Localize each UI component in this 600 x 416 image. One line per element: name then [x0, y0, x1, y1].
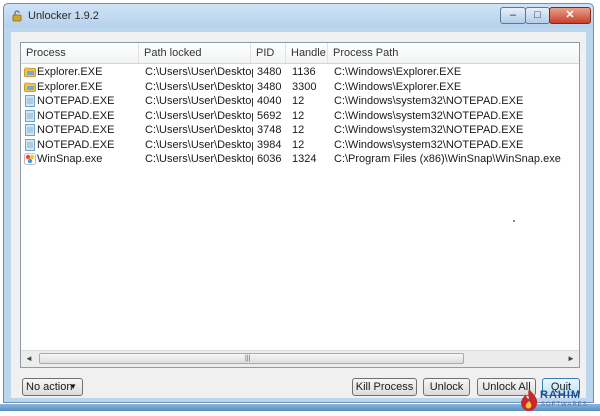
cell-path-locked: C:\Users\User\Desktop — [145, 66, 253, 78]
column-header-pid[interactable]: PID — [251, 43, 286, 63]
close-button[interactable]: ✕ — [549, 7, 591, 24]
scroll-thumb[interactable]: ||| — [39, 353, 464, 364]
winsnap-icon — [24, 153, 36, 165]
cell-handle: 12 — [292, 124, 305, 136]
unlocker-window: Unlocker 1.9.2 – □ ✕ Process Path locked… — [3, 3, 594, 403]
cell-path-locked: C:\Users\User\Desktop — [145, 124, 253, 136]
cell-process-path: C:\Windows\Explorer.EXE — [334, 66, 462, 78]
flame-logo-icon — [521, 389, 538, 411]
table-row[interactable]: NOTEPAD.EXE C:\Users\User\Desktop 3748 12 C:… — [21, 123, 579, 137]
cell-path-locked: C:\Users\User\Desktop — [145, 95, 253, 107]
horizontal-scrollbar[interactable]: ◄ ||| ► — [21, 350, 579, 367]
cell-pid: 3480 — [257, 66, 282, 78]
watermark-logo: RAHIM SOFTWARES — [518, 386, 598, 414]
table-row[interactable]: WinSnap.exe C:\Users\User\Desktop 6036 1324… — [21, 152, 579, 166]
cell-pid: 3984 — [257, 138, 282, 151]
table-row[interactable]: NOTEPAD.EXE C:\Users\User\Desktop 3984 12 C:… — [21, 138, 579, 152]
cell-path-locked: C:\Users\User\Desktop — [145, 109, 253, 122]
column-header-process-path[interactable]: Process Path — [328, 43, 581, 63]
column-header-process[interactable]: Process — [21, 43, 139, 63]
table-row[interactable]: Explorer.EXE C:\Users\User\Desktop 3480 113… — [21, 65, 579, 79]
table-row[interactable]: NOTEPAD.EXE C:\Users\User\Desktop 4040 12 C:… — [21, 94, 579, 108]
cell-handle: 3300 — [292, 80, 317, 93]
notepad-icon — [24, 124, 36, 136]
explorer-icon — [24, 81, 36, 93]
notepad-icon — [24, 109, 36, 122]
unlocker-app-icon — [12, 10, 22, 22]
window-title: Unlocker 1.9.2 — [28, 10, 99, 22]
cell-process-path: C:\Windows\Explorer.EXE — [334, 80, 462, 93]
action-select[interactable]: No action ▼ — [22, 378, 83, 396]
scroll-left-arrow[interactable]: ◄ — [21, 351, 37, 367]
maximize-button[interactable]: □ — [525, 7, 550, 24]
cell-handle: 12 — [292, 95, 305, 107]
cell-handle: 1324 — [292, 153, 317, 165]
cell-process-path: C:\Windows\system32\NOTEPAD.EXE — [334, 95, 524, 107]
bottom-banner-band — [0, 404, 600, 411]
watermark-subtitle: SOFTWARES — [541, 402, 588, 408]
cell-process-path: C:\Windows\system32\NOTEPAD.EXE — [334, 109, 524, 122]
cell-process-path: C:\Windows\system32\NOTEPAD.EXE — [334, 138, 524, 151]
scroll-grip: ||| — [245, 355, 251, 362]
cell-handle: 1136 — [292, 66, 316, 78]
cell-process-path: C:\Program Files (x86)\WinSnap\WinSnap.e… — [334, 153, 561, 165]
cell-path-locked: C:\Users\User\Desktop — [145, 153, 253, 165]
notepad-icon — [24, 95, 36, 107]
cell-pid: 4040 — [257, 95, 282, 107]
action-select-value: No action — [26, 381, 73, 393]
kill-process-button[interactable]: Kill Process — [352, 378, 417, 396]
cell-path-locked: C:\Users\User\Desktop — [145, 80, 253, 93]
unlock-button[interactable]: Unlock — [423, 378, 470, 396]
explorer-icon — [24, 66, 36, 78]
cell-pid: 3480 — [257, 80, 282, 93]
notepad-icon — [24, 138, 36, 151]
cell-pid: 3748 — [257, 124, 282, 136]
cell-handle: 12 — [292, 109, 305, 122]
cell-process: NOTEPAD.EXE — [37, 109, 115, 122]
cell-process: Explorer.EXE — [37, 80, 103, 93]
list-header: Process Path locked PID Handle Process P… — [21, 43, 579, 64]
cell-pid: 5692 — [257, 109, 282, 122]
cell-pid: 6036 — [257, 153, 282, 165]
cell-process: WinSnap.exe — [37, 153, 103, 165]
column-header-path-locked[interactable]: Path locked — [139, 43, 251, 63]
table-row[interactable]: NOTEPAD.EXE C:\Users\User\Desktop 5692 12 C:… — [21, 109, 579, 123]
cell-process: Explorer.EXE — [37, 66, 103, 78]
minimize-button[interactable]: – — [500, 7, 526, 24]
cell-process: NOTEPAD.EXE — [37, 138, 115, 151]
chevron-down-icon: ▼ — [69, 382, 77, 391]
client-area: Process Path locked PID Handle Process P… — [11, 32, 586, 398]
column-header-handle[interactable]: Handle — [286, 43, 328, 63]
watermark-name: RAHIM — [540, 389, 582, 401]
table-row[interactable]: Explorer.EXE C:\Users\User\Desktop 3480 330… — [21, 80, 579, 94]
cell-process-path: C:\Windows\system32\NOTEPAD.EXE — [334, 124, 524, 136]
stray-dot — [513, 220, 515, 222]
cell-process: NOTEPAD.EXE — [37, 124, 115, 136]
locking-process-list[interactable]: Process Path locked PID Handle Process P… — [20, 42, 580, 368]
title-bar[interactable]: Unlocker 1.9.2 – □ ✕ — [4, 4, 593, 28]
cell-handle: 12 — [292, 138, 305, 151]
scroll-right-arrow[interactable]: ► — [563, 351, 579, 367]
cell-path-locked: C:\Users\User\Desktop — [145, 138, 253, 151]
cell-process: NOTEPAD.EXE — [37, 95, 115, 107]
